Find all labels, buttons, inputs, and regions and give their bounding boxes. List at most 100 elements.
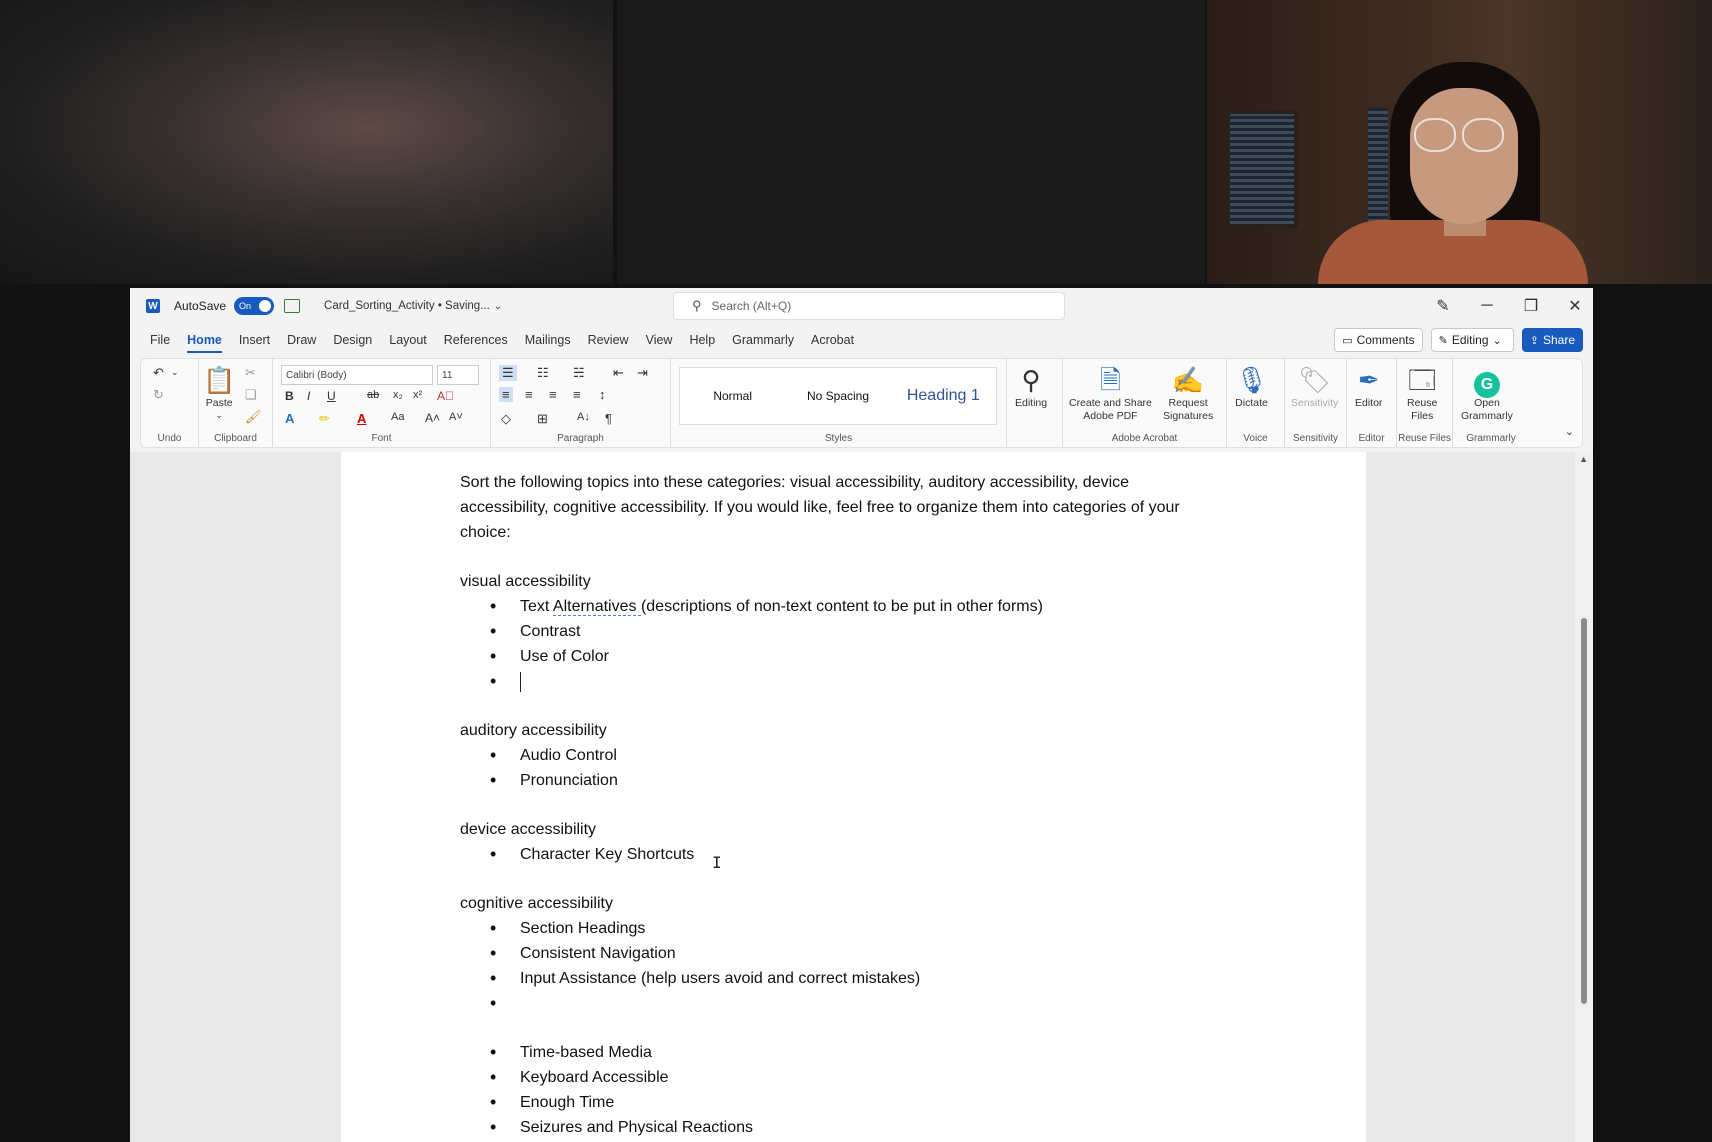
scrollbar-thumb[interactable]: [1581, 618, 1587, 1004]
minimize-icon[interactable]: ─: [1479, 297, 1495, 315]
line-spacing-icon[interactable]: ↕: [599, 387, 606, 402]
auditory-list: Audio Control Pronunciation: [460, 743, 1240, 793]
unsorted-list: Time-based Media Keyboard Accessible Eno…: [460, 1040, 1240, 1140]
pen-icon[interactable]: ✎: [1435, 296, 1451, 316]
tab-references[interactable]: References: [444, 327, 508, 353]
window-blind: [1226, 110, 1298, 228]
list-item: Keyboard Accessible: [460, 1065, 1240, 1090]
autosave-toggle[interactable]: On: [234, 297, 275, 315]
subscript-icon[interactable]: x₂: [393, 389, 403, 401]
highlight-icon[interactable]: ✏: [319, 411, 330, 427]
list-item-empty: [460, 669, 1240, 694]
restore-icon[interactable]: ❐: [1523, 296, 1539, 316]
reuse-files-button[interactable]: 🗔 Reuse Files: [1407, 363, 1437, 423]
glasses-lens: [1414, 118, 1456, 152]
align-center-icon[interactable]: ≡: [525, 387, 533, 402]
sort-icon[interactable]: A↓: [577, 411, 590, 423]
bold-icon[interactable]: B: [285, 389, 294, 403]
decrease-indent-icon[interactable]: ⇤: [613, 365, 624, 381]
microphone-icon: 🎙: [1235, 365, 1269, 395]
shading-icon[interactable]: ◇: [501, 411, 511, 427]
multilevel-list-icon[interactable]: ☵: [573, 365, 585, 381]
participant-face: [1410, 88, 1518, 224]
bullets-icon[interactable]: ☰: [499, 365, 517, 381]
create-pdf-button[interactable]: 🗎 Create and Share Adobe PDF: [1069, 363, 1152, 423]
style-no-spacing[interactable]: No Spacing: [785, 389, 890, 403]
strikethrough-icon[interactable]: ab: [367, 389, 379, 401]
align-left-icon[interactable]: ≡: [499, 387, 513, 402]
undo-icon[interactable]: ↶: [153, 365, 164, 381]
tab-grammarly[interactable]: Grammarly: [732, 327, 794, 353]
open-grammarly-button[interactable]: G Open Grammarly: [1461, 363, 1513, 423]
comments-button[interactable]: ▭ Comments: [1334, 328, 1423, 352]
save-icon[interactable]: [284, 299, 301, 313]
redo-icon[interactable]: ↻: [153, 387, 164, 403]
list-item: Text Alternatives (descriptions of non-t…: [460, 594, 1240, 619]
tab-file[interactable]: File: [150, 327, 170, 353]
request-signatures-button[interactable]: ✍ Request Signatures: [1163, 363, 1213, 423]
group-editing: ⚲ Editing: [1007, 359, 1063, 447]
grow-font-icon[interactable]: A˄: [425, 411, 440, 425]
dictate-button[interactable]: 🎙 Dictate: [1235, 363, 1268, 410]
editing-button[interactable]: ⚲ Editing: [1015, 363, 1047, 410]
sensitivity-icon: 🏷: [1298, 365, 1332, 395]
group-label: Voice: [1243, 433, 1268, 444]
copy-icon[interactable]: ❏: [245, 387, 257, 403]
chevron-down-icon[interactable]: ⌄: [1565, 425, 1574, 438]
change-case-icon[interactable]: Aa: [391, 411, 404, 423]
comment-icon: ▭: [1342, 334, 1353, 347]
align-right-icon[interactable]: ≡: [549, 387, 557, 402]
tab-draw[interactable]: Draw: [287, 327, 316, 353]
italic-icon[interactable]: I: [307, 389, 310, 403]
style-heading-1[interactable]: Heading 1: [891, 387, 996, 405]
numbering-icon[interactable]: ☷: [537, 365, 549, 381]
tab-acrobat[interactable]: Acrobat: [811, 327, 854, 353]
underline-icon[interactable]: U: [327, 389, 336, 403]
word-logo-icon: W: [146, 299, 160, 313]
group-label: Styles: [824, 433, 853, 444]
editor-button[interactable]: ✒ Editor: [1355, 363, 1382, 410]
share-button[interactable]: ⇪ Share: [1521, 328, 1583, 352]
tab-review[interactable]: Review: [588, 327, 629, 353]
document-title[interactable]: Card_Sorting_Activity • Saving...: [324, 300, 490, 312]
chevron-down-icon[interactable]: ⌄: [494, 301, 502, 312]
format-painter-icon[interactable]: 🖌: [245, 409, 262, 425]
justify-icon[interactable]: ≡: [573, 387, 581, 402]
vertical-scrollbar[interactable]: ▲: [1575, 452, 1593, 1142]
font-size-value: 11: [442, 369, 453, 381]
tab-help[interactable]: Help: [689, 327, 715, 353]
instructions-line: choice:: [460, 524, 511, 541]
tab-mailings[interactable]: Mailings: [525, 327, 571, 353]
font-color-icon[interactable]: A: [357, 411, 366, 426]
reuse-label-1: Reuse: [1407, 397, 1438, 409]
tab-design[interactable]: Design: [333, 327, 372, 353]
text-effects-icon[interactable]: A: [285, 411, 294, 426]
category-heading-device: device accessibility: [460, 821, 597, 838]
increase-indent-icon[interactable]: ⇥: [637, 365, 648, 381]
tab-view[interactable]: View: [646, 327, 673, 353]
scroll-up-icon[interactable]: ▲: [1579, 454, 1588, 464]
tab-insert[interactable]: Insert: [239, 327, 270, 353]
tab-home[interactable]: Home: [187, 327, 222, 353]
category-heading-visual: visual accessibility: [460, 573, 591, 590]
list-item: Use of Color: [460, 644, 1240, 669]
cut-icon[interactable]: ✂: [245, 365, 256, 381]
tab-layout[interactable]: Layout: [389, 327, 427, 353]
style-normal[interactable]: Normal: [680, 389, 785, 403]
close-icon[interactable]: ✕: [1567, 296, 1583, 316]
font-name-select[interactable]: Calibri (Body): [281, 365, 433, 385]
document-body[interactable]: Sort the following topics into these cat…: [460, 470, 1240, 1140]
paste-button[interactable]: 📋 Paste ⌄: [203, 363, 235, 421]
clear-format-icon[interactable]: A⃠: [437, 389, 454, 403]
shrink-font-icon[interactable]: A˅: [449, 411, 463, 423]
list-item: Enough Time: [460, 1090, 1240, 1115]
search-input[interactable]: ⚲ Search (Alt+Q): [673, 292, 1065, 320]
chevron-down-icon[interactable]: ⌄: [171, 367, 179, 378]
show-marks-icon[interactable]: ¶: [605, 411, 612, 426]
window-controls: ✎ ─ ❐ ✕: [1435, 288, 1583, 324]
editing-mode-button[interactable]: ✎ Editing ⌄: [1430, 328, 1514, 352]
borders-icon[interactable]: ⊞: [537, 411, 548, 427]
font-size-select[interactable]: 11: [437, 365, 479, 385]
superscript-icon[interactable]: x²: [413, 389, 422, 401]
spelling-flag[interactable]: Alternatives: [552, 598, 641, 616]
